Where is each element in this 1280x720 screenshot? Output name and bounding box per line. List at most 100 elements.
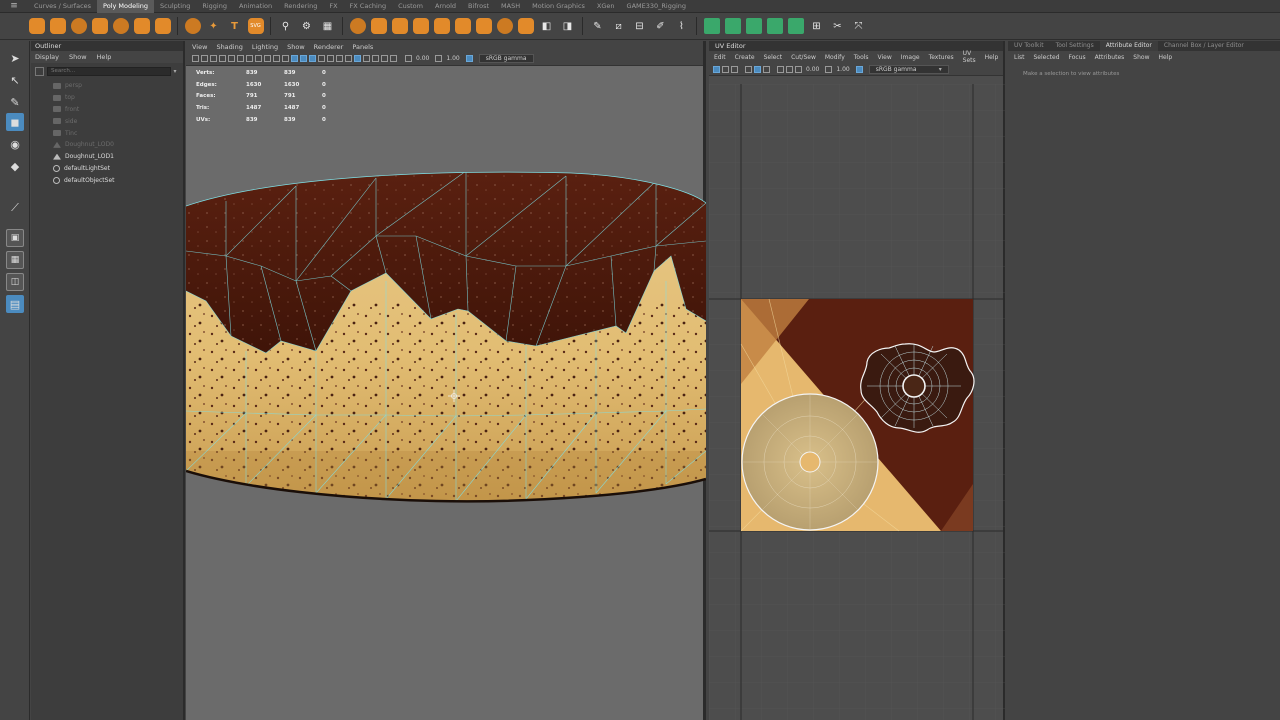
shelf-tab-rigging[interactable]: Rigging [196,0,233,13]
camera-attributes-icon[interactable] [201,55,208,62]
donut-mesh[interactable] [186,161,706,511]
uv-menu-textures[interactable]: Textures [929,54,954,61]
outliner-item[interactable]: Doughnut_LOD0 [31,139,183,151]
poly-plane-icon[interactable] [133,18,150,34]
smooth-shade-icon[interactable] [300,55,307,62]
uv-menu-edit[interactable]: Edit [714,54,726,61]
outliner-item[interactable]: Tinc [31,127,183,139]
bridge-icon[interactable] [433,18,450,34]
outliner-item[interactable]: side [31,115,183,127]
isolate-select-icon[interactable] [354,55,361,62]
safe-title-icon[interactable] [282,55,289,62]
uv-spherical-icon[interactable] [745,18,762,34]
tab-tool-settings[interactable]: Tool Settings [1050,41,1100,51]
camera-select-icon[interactable] [192,55,199,62]
exposure-value[interactable]: 0.00 [416,55,429,62]
uv-color-space[interactable]: sRGB gamma [868,64,949,74]
outliner-item[interactable]: persp [31,80,183,92]
target-weld-icon[interactable]: ◨ [560,18,576,34]
film-gate-icon[interactable] [237,55,244,62]
shelf-tab-bifrost[interactable]: Bifrost [462,0,495,13]
bevel-icon[interactable] [454,18,471,34]
shelf-tab-motion-graphics[interactable]: Motion Graphics [526,0,591,13]
outliner-menu-display[interactable]: Display [35,53,59,61]
shadows-icon[interactable] [327,55,334,62]
search-options-icon[interactable] [35,66,44,76]
lights-icon[interactable] [318,55,325,62]
merge-icon[interactable] [517,18,534,34]
bookmark-icon[interactable] [210,55,217,62]
viewport-color-space[interactable]: sRGB gamma [478,54,534,63]
tab-channel-box-layer-editor[interactable]: Channel Box / Layer Editor [1158,41,1250,51]
uv-menu-view[interactable]: View [878,54,892,61]
tab-attribute-editor[interactable]: Attribute Editor [1099,41,1158,51]
viewport-canvas[interactable] [186,41,706,720]
backface-icon[interactable] [381,55,388,62]
shelf-tab-sculpting[interactable]: Sculpting [154,0,196,13]
uv-menu-modify[interactable]: Modify [825,54,845,61]
outliner-menu-show[interactable]: Show [69,53,87,61]
poly-cone-icon[interactable] [91,18,108,34]
gamma-icon[interactable] [435,55,443,62]
uv-menu-help[interactable]: Help [985,54,999,61]
offset-edge-loop-icon[interactable]: ⊟ [632,18,648,34]
uv-exposure-value[interactable]: 0.00 [806,66,819,73]
viewport-panel[interactable]: View Shading Lighting Show Renderer Pane… [186,41,706,720]
paint-weights-icon[interactable]: ✐ [653,18,669,34]
image-plane-icon[interactable] [219,55,226,62]
outliner-item[interactable]: front [31,104,183,116]
shelf-tab-fx-caching[interactable]: FX Caching [344,0,393,13]
grid-icon[interactable] [228,55,235,62]
shelf-tab-xgen[interactable]: XGen [591,0,621,13]
uv-menu-image[interactable]: Image [901,54,920,61]
textured-icon[interactable] [309,55,316,62]
attr-menu-focus[interactable]: Focus [1069,54,1086,61]
viewport-menu-view[interactable]: View [192,43,207,51]
boolean-union-icon[interactable] [370,18,387,34]
lasso-tool-icon[interactable]: ↖ [6,71,24,89]
uv-select-icon[interactable] [713,65,720,73]
shelf-tab-arnold[interactable]: Arnold [429,0,462,13]
attr-menu-attributes[interactable]: Attributes [1095,54,1125,61]
outliner-view-icon[interactable]: ▤ [6,295,24,313]
outliner-menu-help[interactable]: Help [97,53,112,61]
shelf-tab-poly-modeling[interactable]: Poly Modeling [97,0,154,13]
outliner-search-input[interactable] [47,66,171,76]
uv-unfold-icon[interactable] [787,18,804,34]
single-view-icon[interactable]: ▣ [6,229,24,247]
append-polygon-icon[interactable] [496,18,513,34]
uv-menu-tools[interactable]: Tools [854,54,869,61]
attr-menu-list[interactable]: List [1014,54,1025,61]
tab-uv-toolkit[interactable]: UV Toolkit [1008,41,1050,51]
color-management-icon[interactable] [465,55,473,62]
uv-shell-icon[interactable] [722,65,729,73]
uv-menu-cut-sew[interactable]: Cut/Sew [791,54,816,61]
attr-menu-selected[interactable]: Selected [1034,54,1060,61]
ambient-occlusion-icon[interactable] [336,55,343,62]
uv-grid-icon[interactable] [754,65,761,73]
poly-torus-icon[interactable] [112,18,129,34]
hud-icon[interactable] [390,55,397,62]
uv-cut-icon[interactable]: ✂ [830,18,846,34]
mirror-icon[interactable]: ◧ [539,18,555,34]
type-text-icon[interactable]: T [227,18,243,34]
combine-icon[interactable]: ⚲ [278,18,294,34]
uv-layout-icon[interactable]: ⊞ [809,18,825,34]
safe-action-icon[interactable] [273,55,280,62]
paint-select-tool-icon[interactable]: ✎ [6,93,24,111]
uv-shell-bottom[interactable] [741,393,879,531]
uv-texture-toggle-icon[interactable] [731,65,738,73]
uv-sew-icon[interactable]: ⤧ [851,18,867,34]
outliner-item[interactable]: defaultLightSet [31,163,183,175]
rotate-tool-icon[interactable]: ◉ [6,135,24,153]
uv-checker-icon[interactable] [786,65,793,73]
super-shape-icon[interactable]: ✦ [206,18,222,34]
shelf-tab-mash[interactable]: MASH [495,0,526,13]
xray-joints-icon[interactable] [372,55,379,62]
uv-planar-icon[interactable] [703,18,720,34]
shelf-menu-icon[interactable]: ≡ [0,0,28,13]
uv-automatic-icon[interactable] [766,18,783,34]
gate-mask-icon[interactable] [255,55,262,62]
uv-menu-create[interactable]: Create [735,54,755,61]
multi-cut-icon[interactable]: ✎ [590,18,606,34]
